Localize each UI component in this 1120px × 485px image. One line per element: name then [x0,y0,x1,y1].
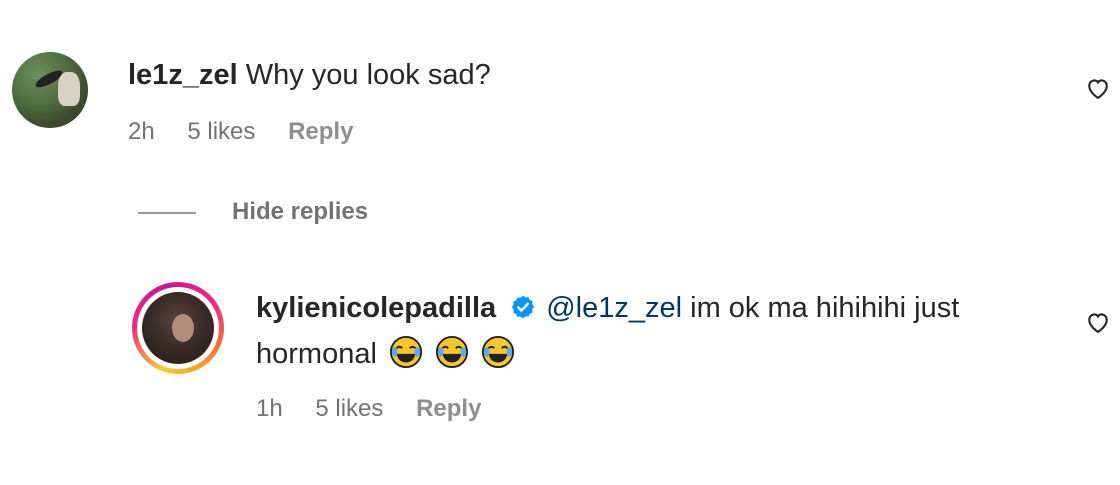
comment-meta: 2h 5 likes Reply [128,118,379,146]
mention-link[interactable]: @le1z_zel [546,292,682,324]
reply-likes[interactable]: 5 likes [315,395,383,422]
reply-button[interactable]: Reply [288,118,353,145]
reply-meta: 1h 5 likes Reply [256,395,507,423]
divider-line [138,211,196,214]
reply-username[interactable]: kylienicolepadilla [256,292,496,324]
reply-text: im ok ma hihihihi just [690,292,960,324]
reply-time[interactable]: 1h [256,395,283,422]
reply-body-line2: hormonal [256,334,515,374]
hide-replies-toggle[interactable]: Hide replies [138,198,368,226]
comment-username[interactable]: le1z_zel [128,59,238,91]
verified-badge-icon [512,295,535,319]
comment-text: Why you look sad? [245,59,491,91]
heart-outline-icon[interactable] [1084,74,1112,102]
avatar-image [142,292,214,364]
hide-replies-label: Hide replies [232,198,369,225]
face-with-tears-of-joy-icon [482,335,515,369]
comment-body: le1z_zel Why you look sad? [128,55,491,95]
face-with-tears-of-joy-icon [435,335,469,369]
face-with-tears-of-joy-icon [389,335,423,369]
reply-body-line1: kylienicolepadilla @le1z_zel im ok ma hi… [256,288,959,328]
reply-button[interactable]: Reply [416,395,481,422]
reply-text-continued: hormonal [256,338,377,370]
comment-time[interactable]: 2h [128,118,155,145]
story-ring-avatar[interactable] [132,282,224,374]
avatar[interactable] [12,52,88,128]
comment-likes[interactable]: 5 likes [187,118,255,145]
heart-outline-icon[interactable] [1084,308,1112,336]
